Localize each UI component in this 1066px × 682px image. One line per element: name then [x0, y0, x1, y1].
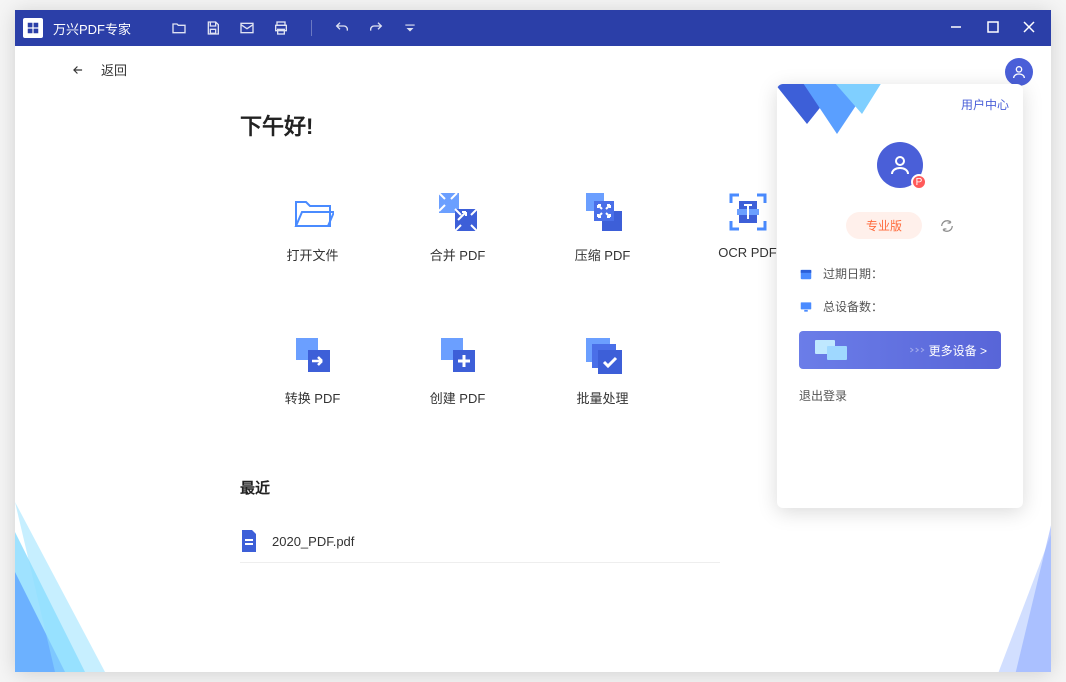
undo-icon[interactable] — [334, 20, 350, 36]
action-label: 转换 PDF — [285, 388, 341, 407]
maximize-button[interactable] — [987, 20, 999, 36]
pro-version-badge[interactable]: 专业版 — [846, 212, 922, 239]
devices-row: 总设备数： — [799, 298, 1001, 315]
window-controls — [949, 20, 1043, 37]
mail-icon[interactable] — [239, 20, 255, 36]
refresh-icon[interactable] — [940, 219, 954, 233]
batch-process-action[interactable]: 批量处理 — [530, 334, 675, 407]
recent-file-item[interactable]: 2020_PDF.pdf — [240, 520, 720, 563]
minimize-button[interactable] — [949, 20, 963, 37]
action-label: OCR PDF — [718, 245, 777, 260]
expiry-row: 过期日期： — [799, 265, 1001, 282]
compress-pdf-action[interactable]: 压缩 PDF — [530, 191, 675, 264]
panel-decoration — [777, 84, 887, 154]
action-label: 合并 PDF — [430, 245, 486, 264]
toolbar — [171, 20, 418, 36]
ocr-icon — [727, 191, 769, 233]
convert-pdf-action[interactable]: 转换 PDF — [240, 334, 385, 407]
action-label: 创建 PDF — [430, 388, 486, 407]
convert-icon — [292, 334, 334, 376]
recent-file-name: 2020_PDF.pdf — [272, 534, 354, 549]
action-label: 批量处理 — [576, 388, 628, 407]
app-title: 万兴PDF专家 — [53, 19, 131, 38]
more-devices-button[interactable]: 更多设备 > — [799, 331, 1001, 369]
dropdown-icon[interactable] — [402, 20, 418, 36]
titlebar: 万兴PDF专家 — [15, 10, 1051, 46]
batch-icon — [582, 334, 624, 376]
pdf-file-icon — [240, 530, 258, 552]
open-file-action[interactable]: 打开文件 — [240, 191, 385, 264]
create-icon — [437, 334, 479, 376]
create-pdf-action[interactable]: 创建 PDF — [385, 334, 530, 407]
pro-badge-icon: P — [911, 174, 927, 190]
action-label: 压缩 PDF — [575, 245, 631, 264]
expiry-label: 过期日期： — [823, 265, 883, 282]
action-label: 打开文件 — [286, 245, 338, 264]
save-icon[interactable] — [205, 20, 221, 36]
user-button[interactable] — [1005, 58, 1033, 86]
folder-icon[interactable] — [171, 20, 187, 36]
print-icon[interactable] — [273, 20, 289, 36]
chevron-right-icon — [909, 345, 929, 355]
app-logo — [23, 18, 43, 38]
user-center-link[interactable]: 用户中心 — [961, 96, 1009, 113]
devices-image-icon — [813, 336, 849, 364]
close-button[interactable] — [1023, 20, 1035, 36]
logout-button[interactable]: 退出登录 — [777, 369, 1023, 422]
merge-icon — [437, 191, 479, 233]
folder-open-icon — [292, 191, 334, 233]
devices-label: 总设备数： — [823, 298, 883, 315]
user-panel: 用户中心 P 专业版 过期日期： 总设备数： — [777, 84, 1023, 508]
merge-pdf-action[interactable]: 合并 PDF — [385, 191, 530, 264]
back-label: 返回 — [101, 60, 127, 79]
user-avatar[interactable]: P — [877, 142, 923, 188]
calendar-icon — [799, 267, 813, 281]
divider — [311, 20, 312, 36]
redo-icon[interactable] — [368, 20, 384, 36]
compress-icon — [582, 191, 624, 233]
monitor-icon — [799, 300, 813, 314]
more-devices-label: 更多设备 > — [929, 342, 987, 359]
back-button[interactable]: 返回 — [15, 46, 1051, 79]
